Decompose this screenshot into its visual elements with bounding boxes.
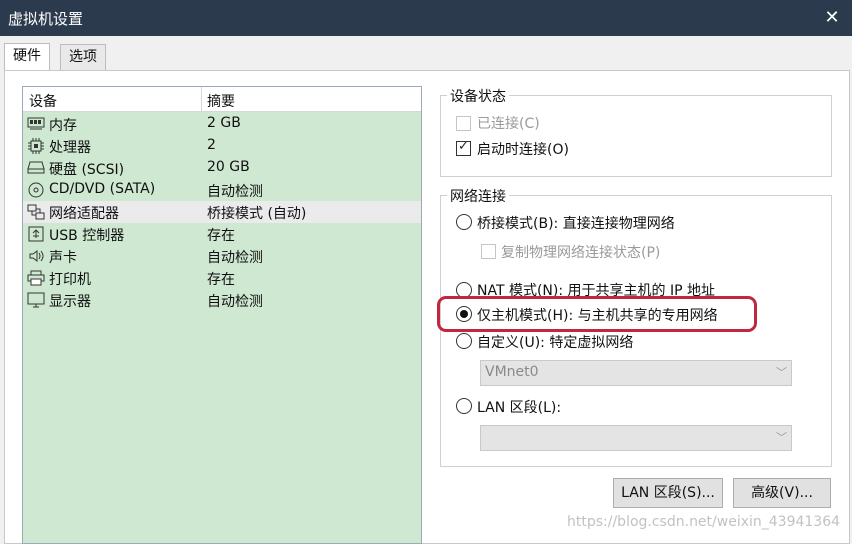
device-summary: 桥接模式 (自动) bbox=[207, 206, 307, 222]
custom-radio[interactable] bbox=[456, 333, 472, 349]
custom-network-value: VMnet0 bbox=[485, 364, 539, 380]
hard-disk-icon bbox=[27, 160, 45, 176]
list-item[interactable]: USB 控制器 存在 bbox=[23, 223, 421, 245]
device-status-group: 设备状态 bbox=[440, 86, 832, 177]
check-icon: ✓ bbox=[458, 139, 469, 154]
lan-segments-button[interactable]: LAN 区段(S)... bbox=[613, 478, 723, 508]
device-name: 声卡 bbox=[49, 250, 77, 266]
bridged-label: 桥接模式(B): 直接连接物理网络 bbox=[477, 216, 675, 232]
lan-segment-radio[interactable] bbox=[456, 398, 472, 414]
highlight-annotation bbox=[437, 296, 757, 332]
replicate-label: 复制物理网络连接状态(P) bbox=[501, 245, 661, 261]
cpu-icon bbox=[27, 138, 45, 154]
device-name: CD/DVD (SATA) bbox=[49, 181, 156, 197]
device-summary: 2 GB bbox=[207, 115, 241, 131]
lan-segment-select[interactable]: ﹀ bbox=[480, 425, 792, 451]
speaker-icon bbox=[27, 248, 45, 264]
device-summary: 20 GB bbox=[207, 159, 250, 175]
column-device[interactable]: 设备 bbox=[29, 91, 57, 111]
device-summary: 存在 bbox=[207, 272, 235, 288]
advanced-button[interactable]: 高级(V)... bbox=[733, 478, 831, 508]
network-connection-legend: 网络连接 bbox=[447, 186, 509, 206]
tab-hardware[interactable]: 硬件 bbox=[4, 43, 50, 71]
list-item[interactable]: 内存 2 GB bbox=[23, 113, 421, 135]
device-name: 网络适配器 bbox=[49, 206, 119, 222]
list-item[interactable]: 声卡 自动检测 bbox=[23, 245, 421, 267]
list-header: 设备 摘要 bbox=[23, 87, 421, 112]
network-adapter-icon bbox=[27, 204, 45, 220]
list-item[interactable]: 处理器 2 bbox=[23, 135, 421, 157]
title-bar: 虚拟机设置 ✕ bbox=[0, 0, 852, 36]
device-name: 硬盘 (SCSI) bbox=[49, 162, 125, 178]
custom-network-select[interactable]: VMnet0 ﹀ bbox=[480, 360, 792, 386]
hardware-list[interactable]: 设备 摘要 内存 2 GB 处理器 2 硬盘 (SCSI) 20 GB CD/D… bbox=[22, 86, 422, 544]
device-name: 内存 bbox=[49, 118, 77, 134]
connected-checkbox[interactable] bbox=[456, 116, 471, 131]
list-item[interactable]: 硬盘 (SCSI) 20 GB bbox=[23, 157, 421, 179]
chevron-down-icon: ﹀ bbox=[776, 431, 787, 444]
connected-label: 已连接(C) bbox=[477, 116, 540, 132]
device-summary: 自动检测 bbox=[207, 184, 263, 200]
device-summary: 自动检测 bbox=[207, 250, 263, 266]
close-icon[interactable]: ✕ bbox=[820, 5, 844, 29]
device-summary: 自动检测 bbox=[207, 294, 263, 310]
device-summary: 2 bbox=[207, 137, 216, 153]
custom-label: 自定义(U): 特定虚拟网络 bbox=[477, 335, 634, 351]
replicate-checkbox[interactable] bbox=[481, 244, 496, 259]
usb-icon bbox=[27, 226, 45, 242]
memory-icon bbox=[27, 116, 45, 132]
watermark: https://blog.csdn.net/weixin_43941364 bbox=[567, 514, 841, 530]
list-item[interactable]: CD/DVD (SATA) 自动检测 bbox=[23, 179, 421, 201]
monitor-icon bbox=[27, 292, 45, 308]
device-name: 显示器 bbox=[49, 294, 91, 310]
connect-at-power-on-checkbox[interactable]: ✓ bbox=[456, 139, 471, 156]
device-name: 打印机 bbox=[49, 272, 91, 288]
tab-options[interactable]: 选项 bbox=[60, 44, 106, 70]
list-item[interactable]: 网络适配器 桥接模式 (自动) bbox=[23, 201, 421, 223]
window-title: 虚拟机设置 bbox=[8, 10, 84, 28]
chevron-down-icon: ﹀ bbox=[776, 366, 787, 379]
connect-at-power-on-label: 启动时连接(O) bbox=[477, 142, 569, 158]
list-item[interactable]: 打印机 存在 bbox=[23, 267, 421, 289]
printer-icon bbox=[27, 270, 45, 286]
list-item[interactable]: 显示器 自动检测 bbox=[23, 289, 421, 311]
device-summary: 存在 bbox=[207, 228, 235, 244]
bridged-radio[interactable] bbox=[456, 214, 472, 230]
cd-dvd-icon bbox=[27, 182, 45, 198]
device-status-legend: 设备状态 bbox=[447, 86, 509, 106]
device-name: 处理器 bbox=[49, 140, 91, 156]
lan-segment-label: LAN 区段(L): bbox=[477, 400, 562, 416]
tab-strip: 硬件 选项 bbox=[0, 43, 852, 71]
device-name: USB 控制器 bbox=[49, 228, 125, 244]
column-summary[interactable]: 摘要 bbox=[207, 91, 235, 111]
